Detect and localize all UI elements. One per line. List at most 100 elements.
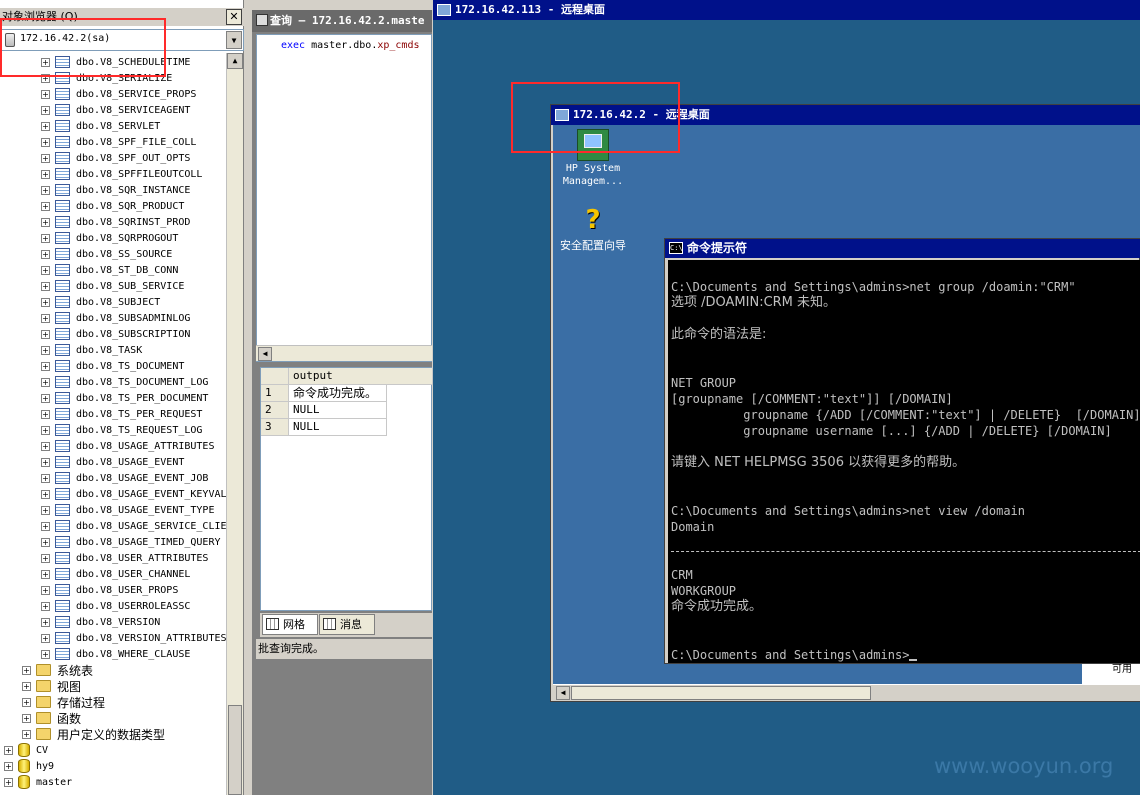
scroll-up-icon[interactable]: ▲ xyxy=(227,53,243,69)
scrollbar-thumb[interactable] xyxy=(228,705,242,795)
tree-item-table[interactable]: + dbo.V8_VERSION xyxy=(41,614,160,630)
expand-icon[interactable]: + xyxy=(41,249,50,259)
expand-icon[interactable]: + xyxy=(41,585,50,595)
command-prompt-titlebar[interactable]: C:\ 命令提示符 xyxy=(665,239,1140,258)
query-tab[interactable]: 查询 — 172.16.42.2.maste xyxy=(252,10,432,32)
tree-item-table[interactable]: + dbo.V8_USAGE_ATTRIBUTES xyxy=(41,438,214,454)
expand-icon[interactable]: + xyxy=(41,281,50,291)
scroll-left-icon[interactable]: ◀ xyxy=(556,686,570,700)
expand-icon[interactable]: + xyxy=(41,457,50,467)
expand-icon[interactable]: + xyxy=(41,569,50,579)
tree-item-table[interactable]: + dbo.V8_SQR_PRODUCT xyxy=(41,198,184,214)
expand-icon[interactable]: + xyxy=(41,233,50,243)
expand-icon[interactable]: + xyxy=(22,697,31,707)
expand-icon[interactable]: + xyxy=(41,361,50,371)
tree-item-table[interactable]: + dbo.V8_TS_PER_DOCUMENT xyxy=(41,390,208,406)
expand-icon[interactable]: + xyxy=(41,617,50,627)
security-wizard-shortcut[interactable]: ? 安全配置向导 xyxy=(553,205,633,253)
tree-item-table[interactable]: + dbo.V8_SS_SOURCE xyxy=(41,246,172,262)
expand-icon[interactable]: + xyxy=(22,713,31,723)
tree-item-table[interactable]: + dbo.V8_SUBSCRIPTION xyxy=(41,326,190,342)
expand-icon[interactable]: + xyxy=(41,313,50,323)
tree-item-folder[interactable]: + 存储过程 xyxy=(22,694,105,710)
chevron-down-icon[interactable]: ▼ xyxy=(226,31,242,49)
tree-item-table[interactable]: + dbo.V8_SERVICE_PROPS xyxy=(41,86,196,102)
expand-icon[interactable]: + xyxy=(41,105,50,115)
tree-item-table[interactable]: + dbo.V8_TS_REQUEST_LOG xyxy=(41,422,202,438)
expand-icon[interactable]: + xyxy=(41,201,50,211)
expand-icon[interactable]: + xyxy=(41,185,50,195)
tree-item-table[interactable]: + dbo.V8_SERVICEAGENT xyxy=(41,102,190,118)
tree-item-folder[interactable]: + 系统表 xyxy=(22,662,93,678)
tree-item-table[interactable]: + dbo.V8_USAGE_EVENT xyxy=(41,454,184,470)
tree-item-folder[interactable]: + 视图 xyxy=(22,678,81,694)
tree-item-table[interactable]: + dbo.V8_SUBJECT xyxy=(41,294,160,310)
expand-icon[interactable]: + xyxy=(41,217,50,227)
tree-item-table[interactable]: + dbo.V8_USAGE_SERVICE_CLIE xyxy=(41,518,226,534)
tree-item-table[interactable]: + dbo.V8_SUBSADMINLOG xyxy=(41,310,190,326)
expand-icon[interactable]: + xyxy=(41,505,50,515)
tree-item-database[interactable]: + master xyxy=(4,774,72,790)
command-prompt-output[interactable]: C:\Documents and Settings\admins>net gro… xyxy=(668,260,1140,663)
expand-icon[interactable]: + xyxy=(41,297,50,307)
expand-icon[interactable]: + xyxy=(41,601,50,611)
expand-icon[interactable]: + xyxy=(41,377,50,387)
expand-icon[interactable]: + xyxy=(4,745,13,755)
tree-item-table[interactable]: + dbo.V8_USER_PROPS xyxy=(41,582,178,598)
tree-item-table[interactable]: + dbo.V8_USERROLEASSC xyxy=(41,598,190,614)
expand-icon[interactable]: + xyxy=(22,729,31,739)
tree-item-table[interactable]: + dbo.V8_TASK xyxy=(41,342,142,358)
expand-icon[interactable]: + xyxy=(41,553,50,563)
result-cell[interactable]: 命令成功完成。 xyxy=(289,385,387,402)
tree-item-table[interactable]: + dbo.V8_TS_PER_REQUEST xyxy=(41,406,202,422)
tree-item-table[interactable]: + dbo.V8_SQR_INSTANCE xyxy=(41,182,190,198)
editor-hscrollbar[interactable]: ◀ xyxy=(256,345,432,361)
tree-item-table[interactable]: + dbo.V8_WHERE_CLAUSE xyxy=(41,646,190,662)
tree-scrollbar[interactable]: ▲ xyxy=(226,53,243,795)
expand-icon[interactable]: + xyxy=(41,265,50,275)
result-cell[interactable]: NULL xyxy=(289,402,387,419)
tree-item-database[interactable]: + CV xyxy=(4,742,48,758)
expand-icon[interactable]: + xyxy=(41,649,50,659)
tree-item-table[interactable]: + dbo.V8_TS_DOCUMENT xyxy=(41,358,184,374)
expand-icon[interactable]: + xyxy=(41,153,50,163)
tree-item-table[interactable]: + dbo.V8_USAGE_TIMED_QUERY xyxy=(41,534,221,550)
tab-messages[interactable]: 消息 xyxy=(319,614,375,635)
remote-desktop-outer-titlebar[interactable]: 172.16.42.113 - 远程桌面 xyxy=(433,0,1140,20)
tab-grid[interactable]: 网格 xyxy=(262,614,318,635)
expand-icon[interactable]: + xyxy=(41,89,50,99)
expand-icon[interactable]: + xyxy=(41,489,50,499)
expand-icon[interactable]: + xyxy=(41,441,50,451)
tree-item-table[interactable]: + dbo.V8_SPFFILEOUTCOLL xyxy=(41,166,202,182)
scroll-left-icon[interactable]: ◀ xyxy=(258,347,272,361)
expand-icon[interactable]: + xyxy=(4,777,13,787)
expand-icon[interactable]: + xyxy=(41,633,50,643)
column-header-output[interactable]: output xyxy=(289,368,433,385)
expand-icon[interactable]: + xyxy=(41,137,50,147)
expand-icon[interactable]: + xyxy=(41,473,50,483)
tree-item-table[interactable]: + dbo.V8_SPF_FILE_COLL xyxy=(41,134,196,150)
tree-item-table[interactable]: + dbo.V8_USAGE_EVENT_JOB xyxy=(41,470,208,486)
expand-icon[interactable]: + xyxy=(41,521,50,531)
query-editor[interactable]: exec master.dbo.xp_cmds xyxy=(256,34,432,362)
scrollbar-thumb[interactable] xyxy=(571,686,871,700)
tree-item-table[interactable]: + dbo.V8_USER_CHANNEL xyxy=(41,566,190,582)
tree-item-table[interactable]: + dbo.V8_SERVLET xyxy=(41,118,160,134)
expand-icon[interactable]: + xyxy=(41,345,50,355)
expand-icon[interactable]: + xyxy=(22,681,31,691)
tree-item-table[interactable]: + dbo.V8_SQRINST_PROD xyxy=(41,214,190,230)
expand-icon[interactable]: + xyxy=(41,329,50,339)
expand-icon[interactable]: + xyxy=(22,665,31,675)
tree-item-table[interactable]: + dbo.V8_USAGE_EVENT_KEYVAL xyxy=(41,486,226,502)
tree-item-table[interactable]: + dbo.V8_ST_DB_CONN xyxy=(41,262,178,278)
tree-item-table[interactable]: + dbo.V8_VERSION_ATTRIBUTES xyxy=(41,630,226,646)
expand-icon[interactable]: + xyxy=(41,393,50,403)
expand-icon[interactable]: + xyxy=(41,425,50,435)
tree-item-table[interactable]: + dbo.V8_SPF_OUT_OPTS xyxy=(41,150,190,166)
expand-icon[interactable]: + xyxy=(41,537,50,547)
tree-item-database[interactable]: + hy9 xyxy=(4,758,54,774)
result-cell[interactable]: NULL xyxy=(289,419,387,436)
tree-item-table[interactable]: + dbo.V8_SUB_SERVICE xyxy=(41,278,184,294)
expand-icon[interactable]: + xyxy=(41,121,50,131)
expand-icon[interactable]: + xyxy=(41,169,50,179)
